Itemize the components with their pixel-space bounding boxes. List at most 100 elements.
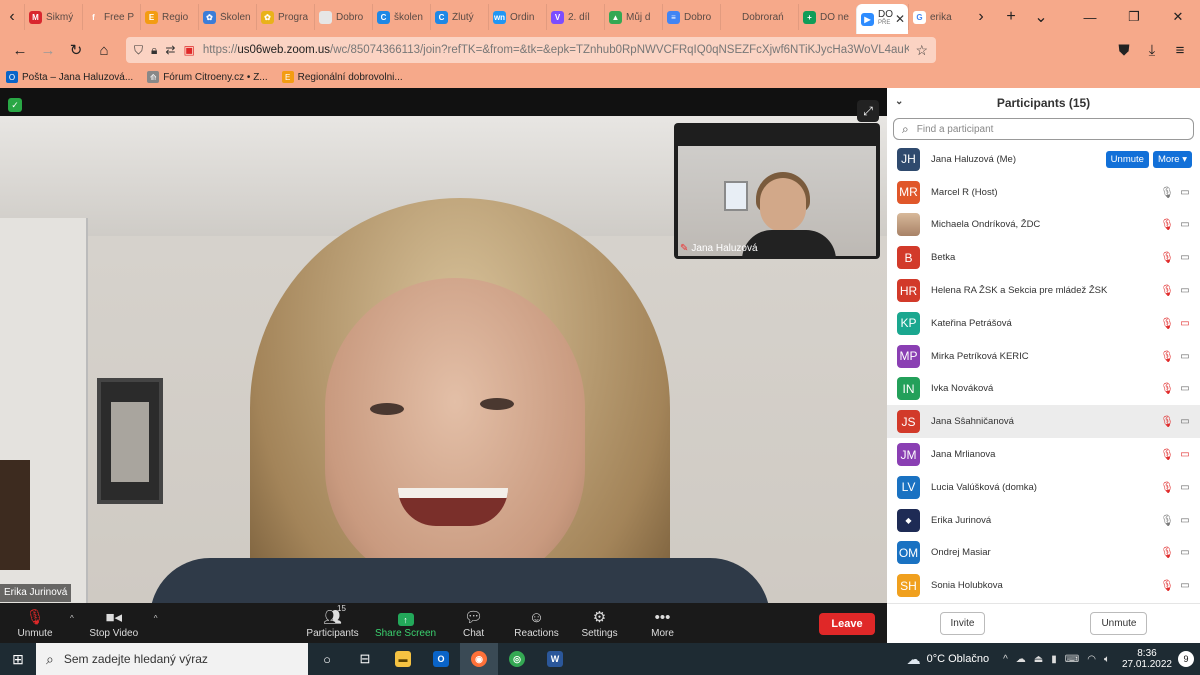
participant-row[interactable]: IN Ivka Nováková 🎙︎ ▭ [887, 373, 1200, 406]
participant-row[interactable]: HR Helena RA ŽSK a Sekcia pre mládež ŽSK 🎙… [887, 274, 1200, 307]
chat-button[interactable]: 💬︎ Chat [444, 603, 504, 643]
participant-search-input[interactable]: ⌕ Find a participant [893, 118, 1194, 140]
keyboard-icon[interactable]: ⌨ [1065, 654, 1079, 665]
notification-center-icon[interactable]: 9 [1178, 651, 1194, 667]
encryption-shield-icon[interactable]: ✓ [8, 98, 22, 112]
self-unmute-button[interactable]: Unmute [1105, 150, 1149, 168]
leave-button[interactable]: Leave [819, 613, 875, 635]
browser-tab[interactable]: ≡ Dobro [662, 4, 720, 30]
chevron-up-icon[interactable]: ^ [1003, 654, 1008, 665]
invite-button[interactable]: Invite [939, 612, 986, 635]
browser-tab[interactable]: C Žlutý [430, 4, 488, 30]
video-options-caret-icon[interactable]: ^ [154, 614, 158, 623]
browser-tab[interactable]: ✿ Školen [198, 4, 256, 30]
browser-tab[interactable]: wn Ordin [488, 4, 546, 30]
tab-sublabel: PŘE [878, 20, 891, 26]
restore-icon[interactable]: ❐ [1112, 0, 1156, 34]
usb-icon[interactable]: ⏏ [1034, 654, 1043, 665]
video-camera-icon: ▭ [1180, 580, 1190, 592]
browser-tab[interactable]: Cškolen [372, 4, 430, 30]
bookmark-label: Pošta – Jana Haluzová... [22, 71, 134, 83]
chevron-down-icon[interactable]: ⌄ [895, 96, 903, 107]
onedrive-cloud-icon[interactable]: ☁ [1016, 654, 1026, 665]
firefox-icon[interactable]: ◉ [460, 643, 498, 675]
file-explorer-icon[interactable]: ▬ [384, 643, 422, 675]
windows-start-icon[interactable]: ⊞ [0, 643, 36, 675]
share-screen-button[interactable]: ↑ Share Screen [368, 603, 444, 643]
bookmark-item[interactable]: E Regionální dobrovolni... [281, 71, 403, 83]
gear-icon: ⚙ [592, 609, 607, 626]
browser-tab[interactable]: V 2. díl [546, 4, 604, 30]
forward-arrow-icon[interactable]: → [34, 36, 62, 64]
taskbar-search-input[interactable]: ⌕ Sem zadejte hledaný výraz [36, 643, 308, 675]
home-icon[interactable]: ⌂ [90, 36, 118, 64]
back-arrow-icon[interactable]: ← [6, 36, 34, 64]
close-tab-icon[interactable]: ✕ [895, 12, 905, 26]
bookmark-star-icon[interactable]: ☆ [915, 42, 928, 59]
participant-row[interactable]: KP Kateřina Petrášová 🎙︎ ▭ [887, 307, 1200, 340]
chevron-right-icon[interactable]: › [966, 8, 996, 26]
tab-list-chevron-icon[interactable]: ⌄ [1026, 7, 1056, 27]
unmute-button[interactable]: 🎙︎ Unmute [0, 603, 70, 643]
browser-tab[interactable]: f Free P [82, 4, 140, 30]
pocket-icon[interactable]: ⛊ [1110, 36, 1138, 64]
menu-icon[interactable]: ≡ [1166, 36, 1194, 64]
browser-tab[interactable]: E Regio [140, 4, 198, 30]
participant-row[interactable]: Michaela Ondríková, ŽDC 🎙︎ ▭ [887, 209, 1200, 242]
participant-status: Unmute More ▾ [1105, 150, 1192, 168]
participant-row[interactable]: MP Mirka Petríková KERIC 🎙︎ ▭ [887, 340, 1200, 373]
settings-button[interactable]: ⚙ Settings [570, 603, 630, 643]
browser-tab[interactable]: ▲ Můj d [604, 4, 662, 30]
participant-row[interactable]: ◆ Erika Jurinová 🎙︎ ▭ [887, 504, 1200, 537]
tab-label: erika [930, 11, 952, 23]
fullscreen-icon[interactable]: ⤢ [857, 100, 879, 122]
participant-row[interactable]: LV Lucia Valúšková (domka) 🎙︎ ▭ [887, 471, 1200, 504]
tab-scroll-left-icon[interactable]: ‹ [0, 0, 24, 34]
video-off-icon: ▭ [1180, 449, 1190, 461]
more-button[interactable]: ••• More [630, 603, 696, 643]
battery-icon[interactable]: ▮ [1051, 654, 1057, 665]
tab-active-zoom[interactable]: ▶ DO PŘE ✕ [856, 4, 908, 34]
weather-widget[interactable]: ☁ 0°C Oblačno [907, 651, 990, 668]
browser-tab[interactable]: M Šikmý [24, 4, 82, 30]
clock[interactable]: 8:36 27.01.2022 [1122, 648, 1172, 670]
wifi-icon[interactable]: ◠ [1087, 654, 1096, 665]
new-tab-plus-icon[interactable]: + [996, 8, 1026, 26]
participant-row[interactable]: SH Sonia Holubkova 🎙︎ ▭ [887, 569, 1200, 602]
participant-row[interactable]: JM Jana Mrlianova 🎙︎ ▭ [887, 438, 1200, 471]
browser-tab[interactable]: Dobrorań [720, 4, 798, 30]
url-bar[interactable]: ⛉ 🔒︎ ⇄ ▣ https://us06web.zoom.us/wc/8507… [126, 37, 936, 63]
participant-row[interactable]: B Betka 🎙︎ ▭ [887, 241, 1200, 274]
minimize-icon[interactable]: — [1068, 0, 1112, 34]
participants-button[interactable]: 👥︎ 15 Participants [298, 603, 368, 643]
cortana-icon[interactable]: ○ [308, 643, 346, 675]
self-view-thumbnail[interactable]: ✎ Jana Haluzová [674, 123, 880, 259]
speaker-eye [480, 398, 514, 410]
participant-row[interactable]: MR Marcel R (Host) 🎙︎ ▭ [887, 176, 1200, 209]
avatar: JS [897, 410, 920, 434]
tab-label: 2. díl [568, 11, 590, 23]
chrome-icon[interactable]: ◎ [498, 643, 536, 675]
reactions-button[interactable]: ☺ Reactions [504, 603, 570, 643]
bookmark-item[interactable]: O Pošta – Jana Haluzová... [6, 71, 133, 83]
browser-tab[interactable]: Dobro [314, 4, 372, 30]
participants-label: Participants [306, 628, 359, 639]
bookmark-item[interactable]: ⟰ Fórum Citroeny.cz • Z... [147, 71, 268, 83]
self-more-button[interactable]: More ▾ [1152, 150, 1192, 168]
participant-row[interactable]: OM Ondrej Masiar 🎙︎ ▭ [887, 537, 1200, 570]
volume-icon[interactable]: 🔈︎ [1104, 654, 1110, 665]
participant-row[interactable]: JH Jana Haluzová (Me) Unmute More ▾ [887, 143, 1200, 176]
browser-tab[interactable]: ✿ Progra [256, 4, 314, 30]
browser-tab[interactable]: + DO ne [798, 4, 856, 30]
downloads-icon[interactable]: ⤓ [1138, 36, 1166, 64]
task-view-icon[interactable]: ⊟ [346, 643, 384, 675]
word-icon[interactable]: W [536, 643, 574, 675]
reload-icon[interactable]: ↻ [62, 36, 90, 64]
participant-row[interactable]: JS Jana Sŝahničanová 🎙︎ ▭ [887, 405, 1200, 439]
stop-video-button[interactable]: ■◂ Stop Video [74, 603, 154, 643]
tab-favicon-icon: V [551, 10, 564, 24]
close-window-icon[interactable]: ✕ [1156, 0, 1200, 34]
unmute-all-button[interactable]: Unmute [1090, 612, 1148, 635]
outlook-icon[interactable]: O [422, 643, 460, 675]
tab-erika[interactable]: G erika [908, 4, 966, 30]
